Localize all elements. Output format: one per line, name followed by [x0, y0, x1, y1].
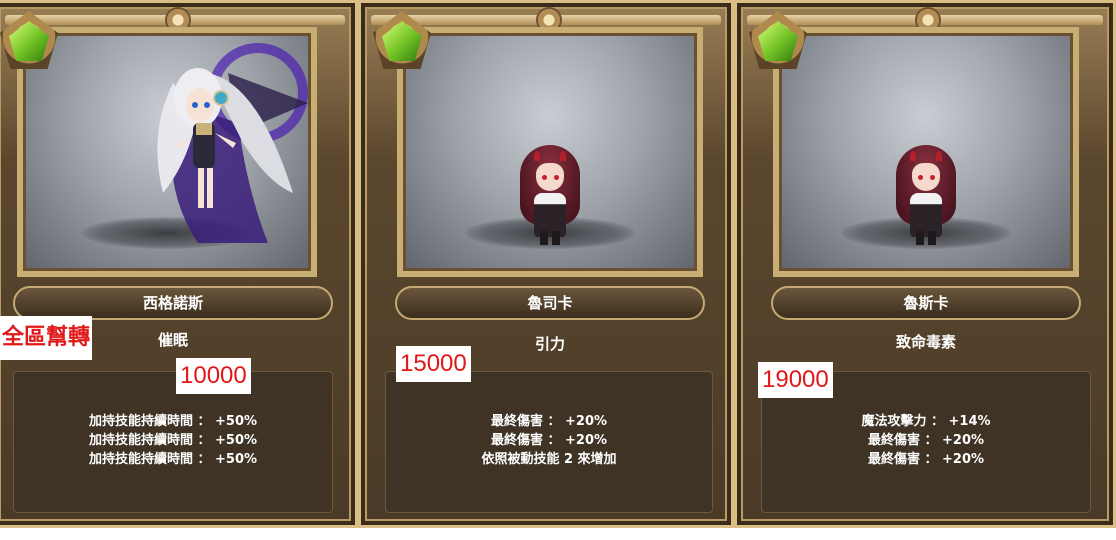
- stat-line: 魔法攻擊力 ： +14%: [861, 414, 991, 429]
- stat-line: 最終傷害 ： +20%: [490, 433, 608, 448]
- character-name: 魯斯卡: [771, 286, 1081, 320]
- character-portrait: [773, 27, 1079, 277]
- card-sigenus[interactable]: 西格諾斯 催眠 加持技能持續時間 ： +50% 加持技能持續時間 ： +50% …: [0, 0, 358, 528]
- price-label: 15000: [396, 346, 471, 382]
- region-badge: 全區幫轉: [0, 316, 92, 360]
- luska-character-icon: [520, 145, 580, 245]
- stat-list: 魔法攻擊力 ： +14% 最終傷害 ： +20% 最終傷害 ： +20%: [762, 412, 1090, 469]
- stat-line: 加持技能持續時間 ： +50%: [88, 414, 258, 429]
- stat-list: 最終傷害 ： +20% 最終傷害 ： +20% 依照被動技能 2 來增加: [386, 412, 712, 469]
- price-label: 19000: [758, 362, 833, 398]
- luska-character-icon: [896, 145, 956, 245]
- skill-name: 致命毒素: [895, 333, 956, 351]
- stat-list: 加持技能持續時間 ： +50% 加持技能持續時間 ： +50% 加持技能持續時間…: [14, 412, 332, 469]
- stat-line: 最終傷害 ： +20%: [867, 452, 985, 467]
- character-name: 魯司卡: [395, 286, 705, 320]
- price-label: 10000: [176, 358, 251, 394]
- stat-box: 最終傷害 ： +20% 最終傷害 ： +20% 依照被動技能 2 來增加: [385, 371, 713, 513]
- stat-line: 加持技能持續時間 ： +50%: [88, 433, 258, 448]
- stat-line: 最終傷害 ： +20%: [490, 414, 608, 429]
- stat-line: 最終傷害 ： +20%: [867, 433, 985, 448]
- stat-line: 加持技能持續時間 ： +50%: [88, 452, 258, 467]
- stat-box: 加持技能持續時間 ： +50% 加持技能持續時間 ： +50% 加持技能持續時間…: [13, 371, 333, 513]
- character-name: 西格諾斯: [13, 286, 333, 320]
- stat-line: 依照被動技能 2 來增加: [481, 452, 617, 467]
- sigenus-character-icon: [157, 43, 308, 243]
- character-portrait: [397, 27, 703, 277]
- card-luska-2[interactable]: 魯斯卡 致命毒素 魔法攻擊力 ： +14% 最終傷害 ： +20% 最終傷害 ：…: [734, 0, 1116, 528]
- card-luska[interactable]: 魯司卡 引力 最終傷害 ： +20% 最終傷害 ： +20% 依照被動技能 2 …: [358, 0, 734, 528]
- character-portrait: [17, 27, 317, 277]
